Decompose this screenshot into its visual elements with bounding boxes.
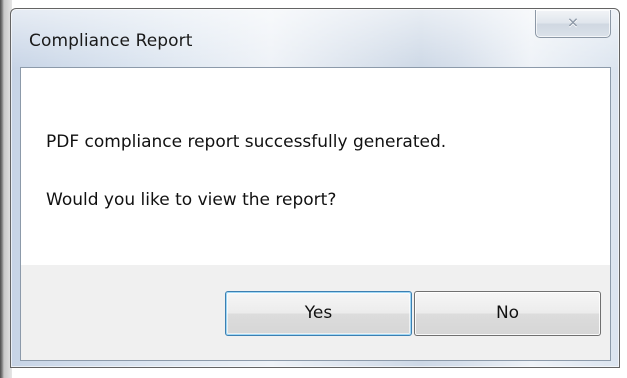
compliance-report-dialog: Compliance Report ✕ PDF compliance repor…	[10, 8, 620, 368]
title-bar[interactable]: Compliance Report ✕	[11, 9, 619, 59]
no-button[interactable]: No	[414, 291, 601, 336]
message-success-text: PDF compliance report successfully gener…	[46, 132, 447, 152]
dialog-body: PDF compliance report successfully gener…	[20, 67, 611, 361]
close-icon: ✕	[567, 14, 579, 31]
close-button[interactable]: ✕	[535, 10, 611, 38]
dialog-title: Compliance Report	[29, 31, 193, 51]
message-question-text: Would you like to view the report?	[46, 190, 337, 210]
message-area: PDF compliance report successfully gener…	[21, 68, 610, 265]
yes-button[interactable]: Yes	[225, 291, 412, 336]
